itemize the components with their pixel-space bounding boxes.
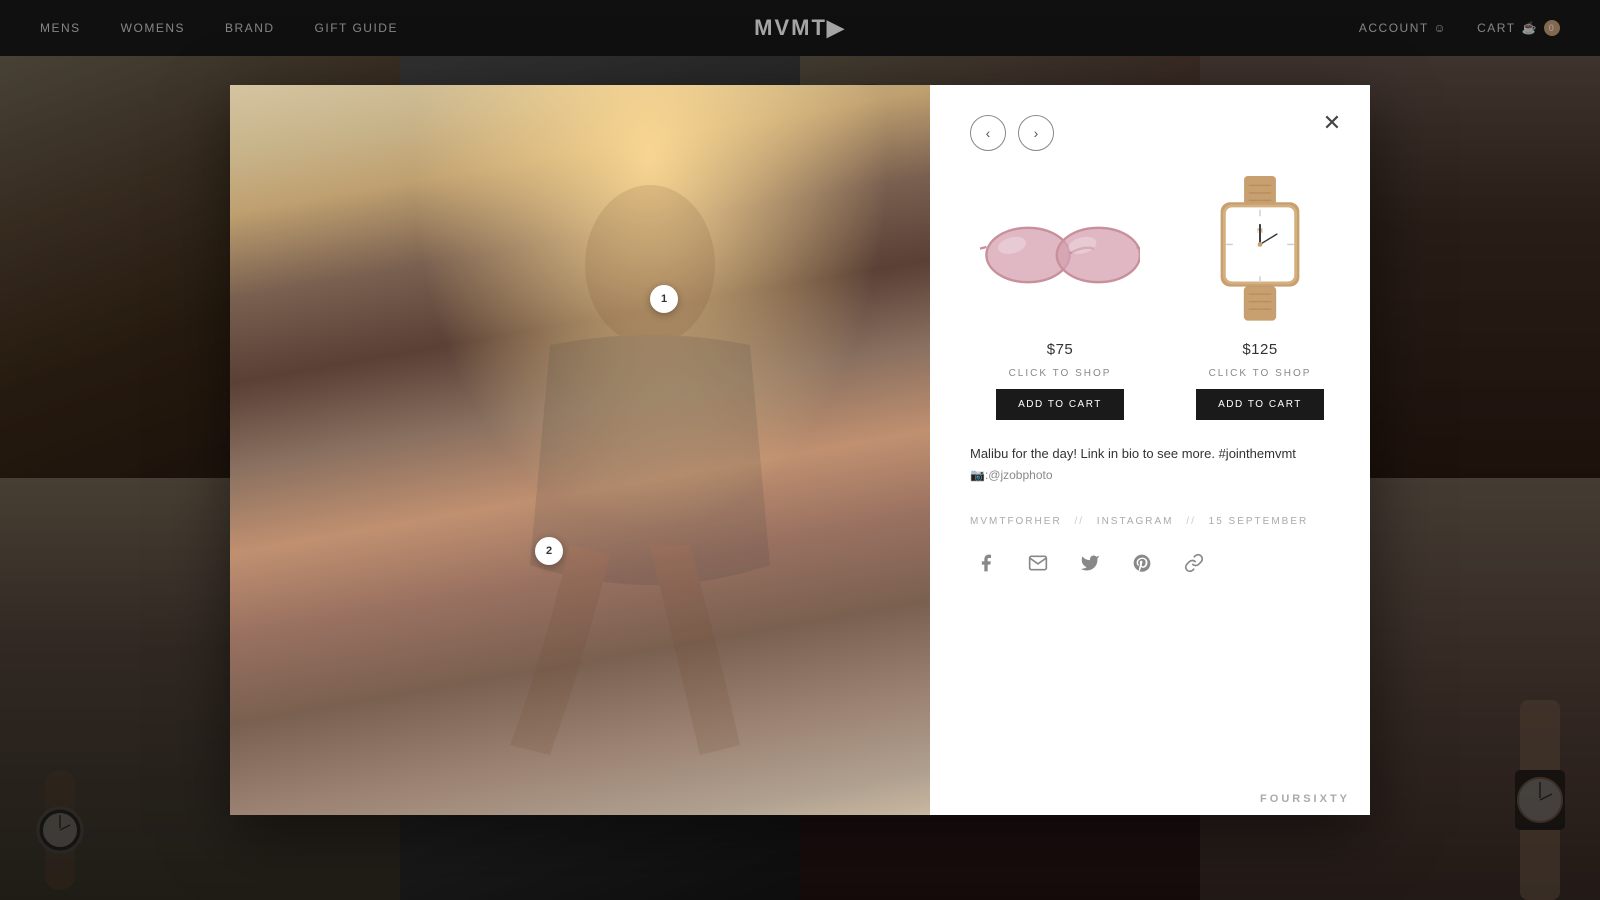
foursixty-watermark: FOURSIXTY — [1260, 793, 1350, 805]
modal-main-image — [230, 85, 930, 815]
prev-arrow[interactable]: ‹ — [970, 115, 1006, 151]
product-card-2: M — [1170, 171, 1350, 420]
social-row — [970, 547, 1330, 579]
modal-image-panel: 1 2 — [230, 85, 930, 815]
hotspot-1[interactable]: 1 — [650, 285, 678, 313]
modal: 1 2 ‹ › ✕ — [230, 85, 1370, 815]
product-card-1: $75 CLICK TO SHOP ADD TO CART — [970, 171, 1150, 420]
modal-info-panel: ‹ › ✕ — [930, 85, 1370, 815]
modal-overlay: 1 2 ‹ › ✕ — [0, 0, 1600, 900]
caption-text: Malibu for the day! Link in bio to see m… — [970, 444, 1330, 486]
facebook-share-button[interactable] — [970, 547, 1002, 579]
sunglasses-icon — [980, 211, 1140, 291]
watch-icon: M — [1200, 176, 1320, 326]
link-copy-button[interactable] — [1178, 547, 1210, 579]
modal-nav: ‹ › — [970, 115, 1330, 151]
product-image-1 — [970, 171, 1150, 331]
meta-divider-1: // — [1074, 516, 1084, 527]
hotspot-2[interactable]: 2 — [535, 537, 563, 565]
product-1-shop: CLICK TO SHOP — [1009, 368, 1112, 379]
post-meta: MVMTFORHER // INSTAGRAM // 15 SEPTEMBER — [970, 516, 1330, 527]
product-1-price: $75 — [1047, 341, 1074, 358]
meta-date: 15 SEPTEMBER — [1209, 516, 1309, 527]
meta-source: MVMTFORHER — [970, 516, 1062, 527]
meta-divider-2: // — [1186, 516, 1196, 527]
twitter-share-button[interactable] — [1074, 547, 1106, 579]
add-to-cart-1[interactable]: ADD TO CART — [996, 389, 1124, 420]
meta-network: INSTAGRAM — [1097, 516, 1174, 527]
email-share-button[interactable] — [1022, 547, 1054, 579]
next-arrow[interactable]: › — [1018, 115, 1054, 151]
add-to-cart-2[interactable]: ADD TO CART — [1196, 389, 1324, 420]
caption-credit: 📷:@jzobphoto — [970, 468, 1053, 482]
product-image-2: M — [1170, 171, 1350, 331]
product-2-shop: CLICK TO SHOP — [1209, 368, 1312, 379]
close-button[interactable]: ✕ — [1314, 105, 1350, 141]
product-2-price: $125 — [1242, 341, 1277, 358]
pinterest-share-button[interactable] — [1126, 547, 1158, 579]
products-row: $75 CLICK TO SHOP ADD TO CART — [970, 171, 1330, 420]
